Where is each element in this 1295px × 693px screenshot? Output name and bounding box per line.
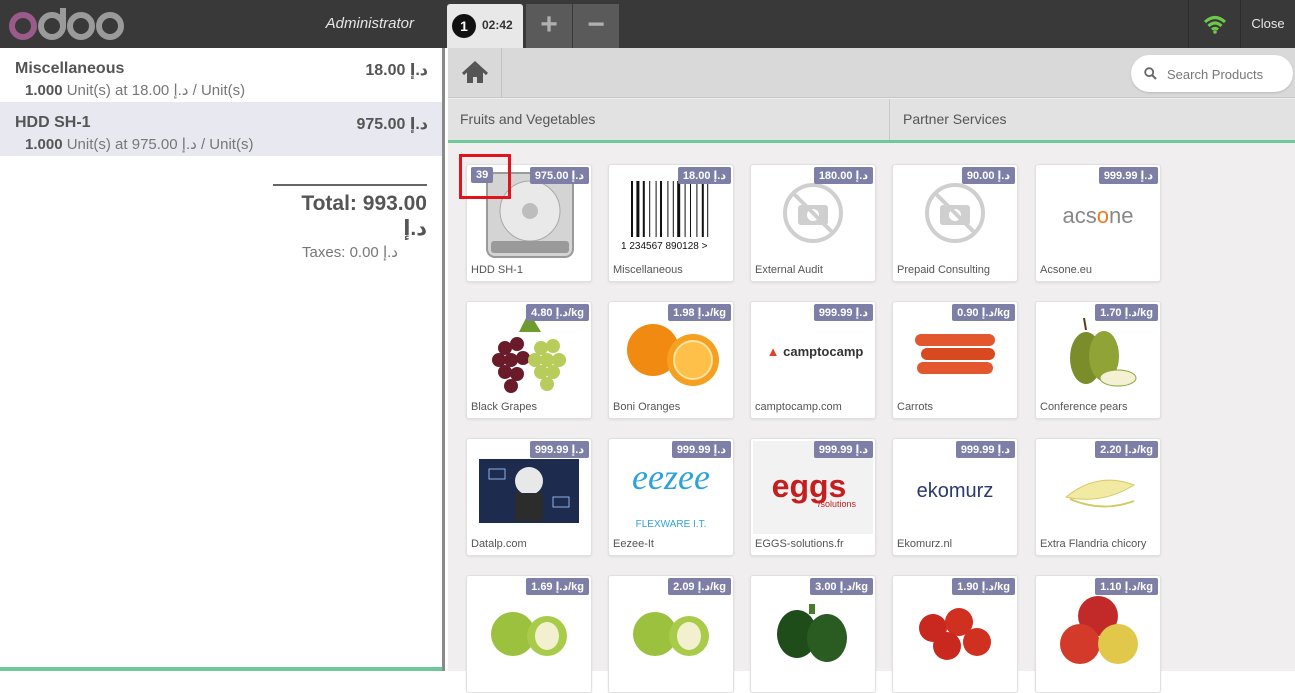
product-name: Ekomurz.nl — [897, 538, 953, 550]
product-name: camptocamp.com — [755, 401, 842, 413]
product-price: 3.00 د.إ/kg — [810, 578, 873, 595]
product-card[interactable]: 4.80 د.إ/kg Black Grapes — [466, 301, 592, 419]
product-price: 90.00 د.إ — [961, 167, 1015, 184]
connection-status[interactable] — [1188, 0, 1240, 48]
product-card[interactable]: 1.90 د.إ/kg — [892, 575, 1018, 693]
product-card[interactable]: 1 234567 890128 > 18.00 د.إ Miscellaneous — [608, 164, 734, 282]
wifi-icon — [1203, 16, 1227, 34]
product-name: External Audit — [755, 264, 823, 276]
product-card[interactable]: 1.70 د.إ/kg Conference pears — [1035, 301, 1161, 419]
search-input[interactable] — [1167, 64, 1285, 84]
product-price: 999.99 د.إ — [1098, 167, 1158, 184]
product-card[interactable]: 1.69 د.إ/kg — [466, 575, 592, 693]
svg-text:FLEXWARE I.T.: FLEXWARE I.T. — [636, 519, 707, 530]
product-name: Extra Flandria chicory — [1040, 538, 1147, 550]
product-card[interactable]: 1.10 د.إ/kg — [1035, 575, 1161, 693]
product-price: 999.99 د.إ — [671, 441, 731, 458]
category-fruits-and-vegetables[interactable]: Fruits and Vegetables — [448, 99, 890, 140]
category-partner-services[interactable]: Partner Services — [891, 99, 1295, 140]
product-name: EGGS-solutions.fr — [755, 538, 844, 550]
product-name: Black Grapes — [471, 401, 538, 413]
product-price: 18.00 د.إ — [677, 167, 731, 184]
product-price: 4.80 د.إ/kg — [526, 304, 589, 321]
product-name: Boni Oranges — [613, 401, 681, 413]
order-line[interactable]: Miscellaneous 18.00 د.إ 1.000 Unit(s) at… — [0, 48, 442, 102]
order-sequence: 1 — [452, 14, 476, 38]
order-line-unit-info: Unit(s) at 18.00 د.إ / Unit(s) — [62, 82, 246, 99]
product-name: Eezee-It — [613, 538, 654, 550]
product-name: Carrots — [897, 401, 934, 413]
home-icon — [461, 60, 489, 83]
product-card[interactable]: 180.00 د.إ External Audit — [750, 164, 876, 282]
product-name: Prepaid Consulting — [897, 264, 990, 276]
panel-divider — [0, 667, 442, 671]
order-panel: Miscellaneous 18.00 د.إ 1.000 Unit(s) at… — [0, 48, 445, 671]
product-card[interactable]: eezee FLEXWARE I.T. 999.99 د.إ Eezee-It — [608, 438, 734, 556]
product-price: 999.99 د.إ — [813, 304, 873, 321]
svg-text:eezee: eezee — [632, 457, 710, 497]
product-card[interactable]: 1.98 د.إ/kg Boni Oranges — [608, 301, 734, 419]
breadcrumb-bar — [448, 48, 1295, 98]
product-card[interactable]: 2.09 د.إ/kg — [608, 575, 734, 693]
product-name: Datalp.com — [471, 538, 527, 550]
home-button[interactable] — [448, 48, 502, 98]
svg-text:ekomurz: ekomurz — [917, 480, 994, 502]
product-price: 1.98 د.إ/kg — [668, 304, 731, 321]
order-line-qty: 1.000 — [25, 136, 63, 153]
order-summary: Total: 993.00 د.إ Taxes: 0.00 د.إ — [273, 184, 427, 261]
product-card[interactable]: eggs /solutions 999.99 د.إ EGGS-solutions.… — [750, 438, 876, 556]
product-name: HDD SH-1 — [471, 264, 523, 276]
product-price: 1.90 د.إ/kg — [952, 578, 1015, 595]
order-line-price: 18.00 د.إ — [365, 62, 428, 79]
product-name: Conference pears — [1040, 401, 1128, 413]
svg-text:▲ camptocamp: ▲ camptocamp — [767, 344, 864, 359]
product-price: 0.90 د.إ/kg — [952, 304, 1015, 321]
product-price: 2.09 د.إ/kg — [668, 578, 731, 595]
product-card[interactable]: ekomurz 999.99 د.إ Ekomurz.nl — [892, 438, 1018, 556]
product-price: 180.00 د.إ — [813, 167, 873, 184]
product-price: 2.20 د.إ/kg — [1095, 441, 1158, 458]
search-icon — [1144, 67, 1157, 80]
product-name: Acsone.eu — [1040, 264, 1092, 276]
order-taxes: Taxes: 0.00 د.إ — [302, 244, 398, 261]
order-line-info: 1.000 Unit(s) at 975.00 د.إ / Unit(s) — [15, 135, 428, 153]
order-line-qty: 1.000 — [25, 82, 63, 99]
order-tab[interactable]: 1 02:42 — [447, 4, 523, 48]
product-price: 1.10 د.إ/kg — [1095, 578, 1158, 595]
order-time: 02:42 — [482, 18, 513, 32]
product-price: 999.99 د.إ — [529, 441, 589, 458]
order-total: Total: 993.00 د.إ — [301, 192, 427, 240]
product-card[interactable]: 0.90 د.إ/kg Carrots — [892, 301, 1018, 419]
add-order-button[interactable]: + — [526, 4, 572, 48]
product-card[interactable]: 2.20 د.إ/kg Extra Flandria chicory — [1035, 438, 1161, 556]
product-name: Miscellaneous — [613, 264, 683, 276]
order-line-info: 1.000 Unit(s) at 18.00 د.إ / Unit(s) — [15, 81, 428, 99]
product-price: 975.00 د.إ — [529, 167, 589, 184]
product-card[interactable]: 999.99 د.إ Datalp.com — [466, 438, 592, 556]
order-line-selected[interactable]: HDD SH-1 975.00 د.إ 1.000 Unit(s) at 975… — [0, 102, 442, 156]
top-bar: Administrator 1 02:42 + − Close — [0, 0, 1295, 48]
svg-text:acsone: acsone — [1063, 203, 1134, 228]
remove-order-button[interactable]: − — [573, 4, 619, 48]
svg-text:/solutions: /solutions — [818, 499, 857, 509]
order-line-unit-info: Unit(s) at 975.00 د.إ / Unit(s) — [62, 136, 254, 153]
close-button[interactable]: Close — [1240, 0, 1295, 48]
product-price: 999.99 د.إ — [813, 441, 873, 458]
search-box[interactable] — [1131, 55, 1293, 92]
order-line-price: 975.00 د.إ — [356, 116, 428, 133]
cashier-name[interactable]: Administrator — [300, 0, 446, 48]
product-price: 1.70 د.إ/kg — [1095, 304, 1158, 321]
product-card[interactable]: 90.00 د.إ Prepaid Consulting — [892, 164, 1018, 282]
product-price: 1.69 د.إ/kg — [526, 578, 589, 595]
highlight-box — [459, 154, 511, 199]
product-price: 999.99 د.إ — [955, 441, 1015, 458]
category-bar: Fruits and Vegetables Partner Services — [448, 99, 1295, 143]
product-card[interactable]: acsone 999.99 د.إ Acsone.eu — [1035, 164, 1161, 282]
odoo-logo — [9, 8, 124, 40]
product-card[interactable]: 3.00 د.إ/kg — [750, 575, 876, 693]
svg-text:1 234567 890128 >: 1 234567 890128 > — [621, 241, 708, 252]
product-card[interactable]: ▲ camptocamp 999.99 د.إ camptocamp.com — [750, 301, 876, 419]
